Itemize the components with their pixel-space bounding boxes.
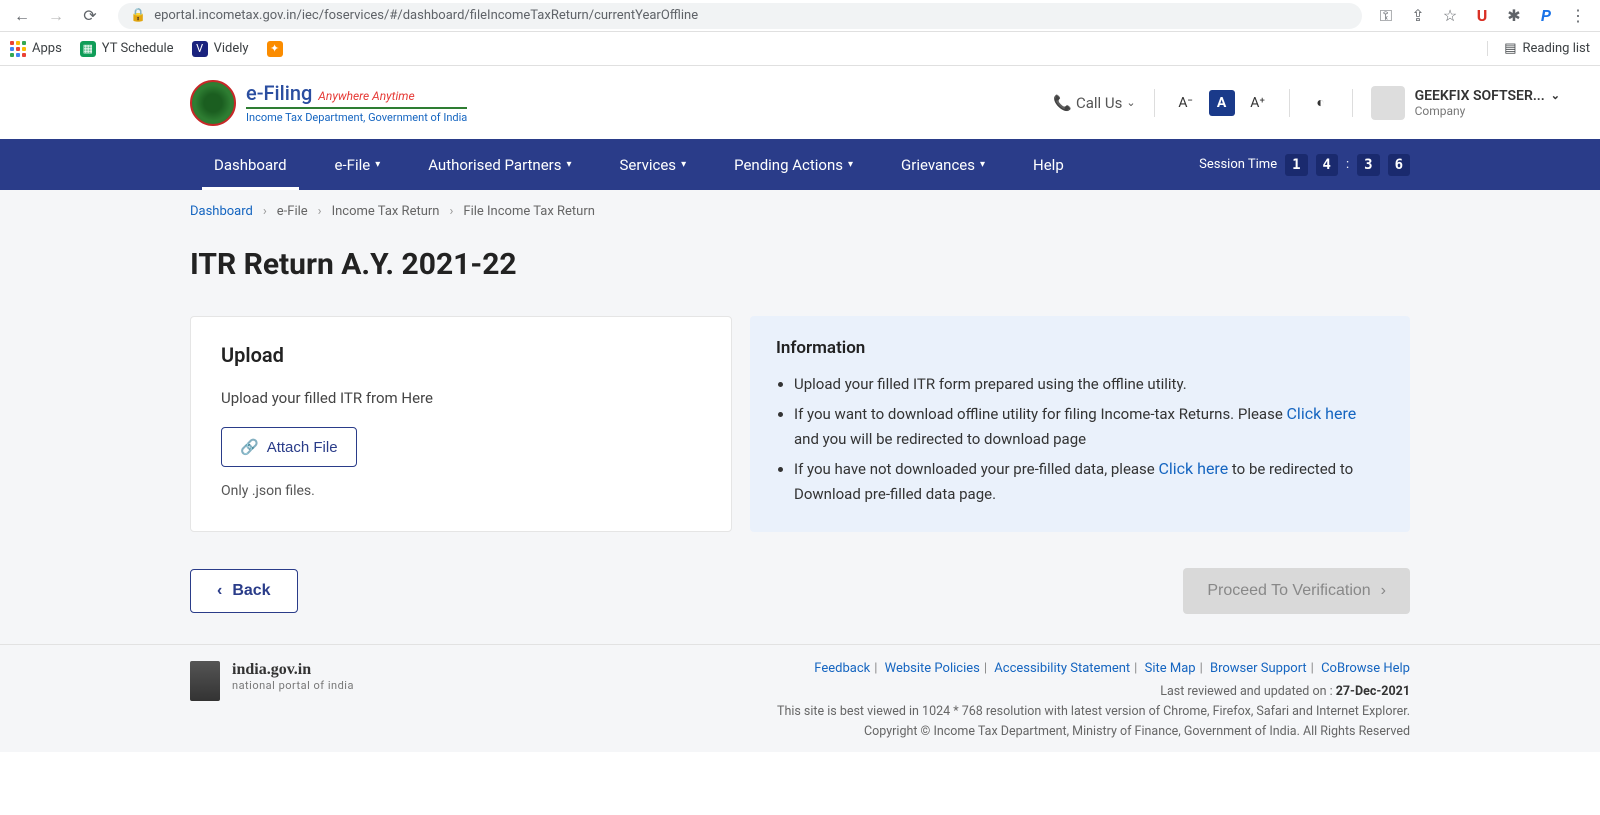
person-icon: ✦: [267, 41, 283, 57]
breadcrumb-efile: e-File: [277, 204, 308, 219]
proceed-button: Proceed To Verification ›: [1183, 568, 1410, 614]
reload-icon[interactable]: ⟳: [76, 2, 104, 30]
file-hint: Only .json files.: [221, 483, 701, 499]
portal-subtitle: national portal of india: [232, 679, 354, 692]
share-icon[interactable]: ⇪: [1408, 6, 1428, 26]
contrast-toggle[interactable]: ◐: [1308, 90, 1334, 116]
bookmark-videly[interactable]: V Videly: [192, 41, 249, 57]
bookmarks-bar: Apps ▦ YT Schedule V Videly ✦ ▤ Reading …: [0, 32, 1600, 66]
link-icon: 🔗: [240, 438, 259, 456]
breadcrumb-itr: Income Tax Return: [332, 204, 440, 219]
footer-link-accessibility[interactable]: Accessibility Statement: [994, 661, 1130, 676]
ublock-icon[interactable]: U: [1472, 6, 1492, 26]
breadcrumb: Dashboard› e-File› Income Tax Return› Fi…: [190, 204, 1410, 219]
bookmark-yt-schedule[interactable]: ▦ YT Schedule: [80, 41, 174, 57]
info-heading: Information: [776, 338, 1384, 358]
chevron-down-icon: ▾: [848, 159, 853, 170]
font-increase[interactable]: A⁺: [1245, 90, 1271, 116]
call-us-dropdown[interactable]: 📞 Call Us ⌄: [1053, 94, 1135, 112]
list-icon: ▤: [1504, 41, 1516, 56]
address-bar[interactable]: 🔒 eportal.incometax.gov.in/iec/foservice…: [118, 3, 1362, 29]
page-content: Dashboard› e-File› Income Tax Return› Fi…: [0, 190, 1600, 644]
footer-link-policies[interactable]: Website Policies: [885, 661, 980, 676]
chevron-down-icon: ⌄: [1551, 89, 1560, 102]
apps-label: Apps: [32, 41, 62, 56]
site-logo[interactable]: e-Filing Anywhere Anytime Income Tax Dep…: [190, 80, 467, 126]
browser-toolbar: ← → ⟳ 🔒 eportal.incometax.gov.in/iec/fos…: [0, 0, 1600, 32]
nav-authorised-partners[interactable]: Authorised Partners▾: [404, 139, 595, 190]
site-header: e-Filing Anywhere Anytime Income Tax Dep…: [0, 66, 1600, 139]
url-text: eportal.incometax.gov.in/iec/foservices/…: [154, 8, 698, 23]
avatar: [1371, 86, 1405, 120]
info-item-1: Upload your filled ITR form prepared usi…: [794, 372, 1384, 398]
footer-link-sitemap[interactable]: Site Map: [1145, 661, 1196, 676]
font-decrease[interactable]: A⁻: [1173, 90, 1199, 116]
brand-tagline: Anywhere Anytime: [318, 89, 414, 103]
key-icon[interactable]: ⚿: [1376, 6, 1396, 26]
attach-file-button[interactable]: 🔗 Attach File: [221, 427, 357, 467]
upload-heading: Upload: [221, 343, 701, 367]
reading-list[interactable]: ▤ Reading list: [1487, 41, 1590, 56]
upload-card: Upload Upload your filled ITR from Here …: [190, 316, 732, 532]
chevron-down-icon: ▾: [980, 159, 985, 170]
accessibility-controls: A⁻ A A⁺: [1173, 90, 1271, 116]
nav-pending-actions[interactable]: Pending Actions▾: [710, 139, 877, 190]
breadcrumb-dashboard[interactable]: Dashboard: [190, 204, 253, 219]
paytm-ext-icon[interactable]: P: [1536, 6, 1556, 26]
emblem-icon: [190, 80, 236, 126]
chevron-left-icon: ‹: [217, 582, 222, 600]
forward-icon[interactable]: →: [42, 2, 70, 30]
site-footer: india.gov.in national portal of india Fe…: [0, 644, 1600, 752]
apps-grid-icon: [10, 41, 26, 57]
back-icon[interactable]: ←: [8, 2, 36, 30]
footer-bestview: This site is best viewed in 1024 * 768 r…: [777, 704, 1410, 719]
phone-icon: 📞: [1053, 94, 1072, 112]
session-label: Session Time: [1199, 157, 1277, 172]
nav-help[interactable]: Help: [1009, 139, 1088, 190]
download-utility-link[interactable]: Click here: [1287, 404, 1357, 423]
nav-grievances[interactable]: Grievances▾: [877, 139, 1009, 190]
information-panel: Information Upload your filled ITR form …: [750, 316, 1410, 532]
session-timer: Session Time 1 4 : 3 6: [1199, 154, 1410, 176]
apps-shortcut[interactable]: Apps: [10, 41, 62, 57]
back-button[interactable]: ‹ Back: [190, 569, 298, 613]
footer-reviewed-date: 27-Dec-2021: [1336, 684, 1410, 699]
breadcrumb-file-itr: File Income Tax Return: [463, 204, 595, 219]
nav-efile[interactable]: e-File▾: [311, 139, 405, 190]
videly-icon: V: [192, 41, 208, 57]
nav-services[interactable]: Services▾: [596, 139, 711, 190]
page-title: ITR Return A.Y. 2021-22: [190, 247, 1410, 282]
user-type-text: Company: [1415, 104, 1560, 118]
national-emblem-icon: [190, 661, 220, 701]
font-reset[interactable]: A: [1209, 90, 1235, 116]
footer-links: Feedback| Website Policies| Accessibilit…: [777, 661, 1410, 676]
chevron-down-icon: ▾: [681, 159, 686, 170]
footer-link-cobrowse[interactable]: CoBrowse Help: [1321, 661, 1410, 676]
menu-icon[interactable]: ⋮: [1568, 6, 1588, 26]
upload-subtext: Upload your filled ITR from Here: [221, 389, 701, 407]
nav-dashboard[interactable]: Dashboard: [190, 139, 311, 190]
info-item-3: If you have not downloaded your pre-fill…: [794, 455, 1384, 508]
dept-text: Income Tax Department, Government of Ind…: [246, 111, 467, 124]
chevron-down-icon: ▾: [375, 159, 380, 170]
chevron-down-icon: ⌄: [1126, 96, 1135, 109]
calendar-icon: ▦: [80, 41, 96, 57]
info-item-2: If you want to download offline utility …: [794, 400, 1384, 453]
footer-link-browser[interactable]: Browser Support: [1210, 661, 1307, 676]
user-menu[interactable]: GEEKFIX SOFTSER... ⌄ Company: [1371, 86, 1560, 120]
brand-text: e-Filing: [246, 81, 312, 105]
portal-title: india.gov.in: [232, 661, 354, 679]
download-prefilled-link[interactable]: Click here: [1158, 459, 1228, 478]
footer-link-feedback[interactable]: Feedback: [814, 661, 870, 676]
bookmark-unknown[interactable]: ✦: [267, 41, 283, 57]
user-name-text: GEEKFIX SOFTSER...: [1415, 88, 1545, 104]
extensions-icon[interactable]: ✱: [1504, 6, 1524, 26]
lock-icon: 🔒: [130, 8, 146, 23]
main-nav: Dashboard e-File▾ Authorised Partners▾ S…: [0, 139, 1600, 190]
chevron-right-icon: ›: [1381, 582, 1386, 600]
footer-copyright: Copyright © Income Tax Department, Minis…: [864, 724, 1410, 739]
star-icon[interactable]: ☆: [1440, 6, 1460, 26]
chevron-down-icon: ▾: [566, 159, 571, 170]
